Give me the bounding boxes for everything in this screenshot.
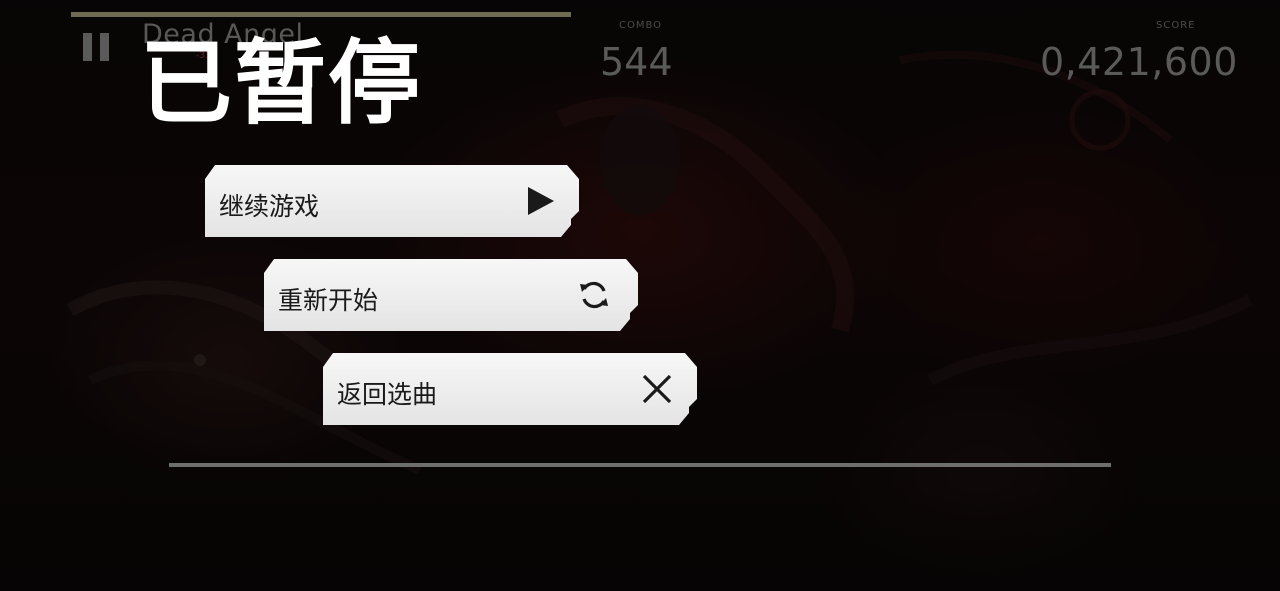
restart-button[interactable]: 重新开始 (264, 259, 638, 331)
judgment-line (169, 463, 1111, 467)
combo-label: COMBO (619, 20, 663, 31)
song-progress-bar (71, 12, 571, 17)
restart-button-label: 重新开始 (278, 286, 379, 315)
continue-button[interactable]: 继续游戏 (205, 165, 579, 237)
close-icon (639, 371, 675, 407)
play-icon (523, 183, 559, 219)
restart-icon (576, 277, 612, 313)
continue-button-label: 继续游戏 (219, 192, 320, 221)
pause-icon[interactable] (83, 33, 111, 61)
combo-value: 544 (600, 40, 673, 84)
score-label: SCORE (1156, 20, 1196, 31)
back-button-label: 返回选曲 (337, 380, 438, 409)
back-to-song-select-button[interactable]: 返回选曲 (323, 353, 697, 425)
paused-title: 已暂停 (140, 30, 423, 137)
score-value: 0,421,600 (1040, 40, 1238, 84)
